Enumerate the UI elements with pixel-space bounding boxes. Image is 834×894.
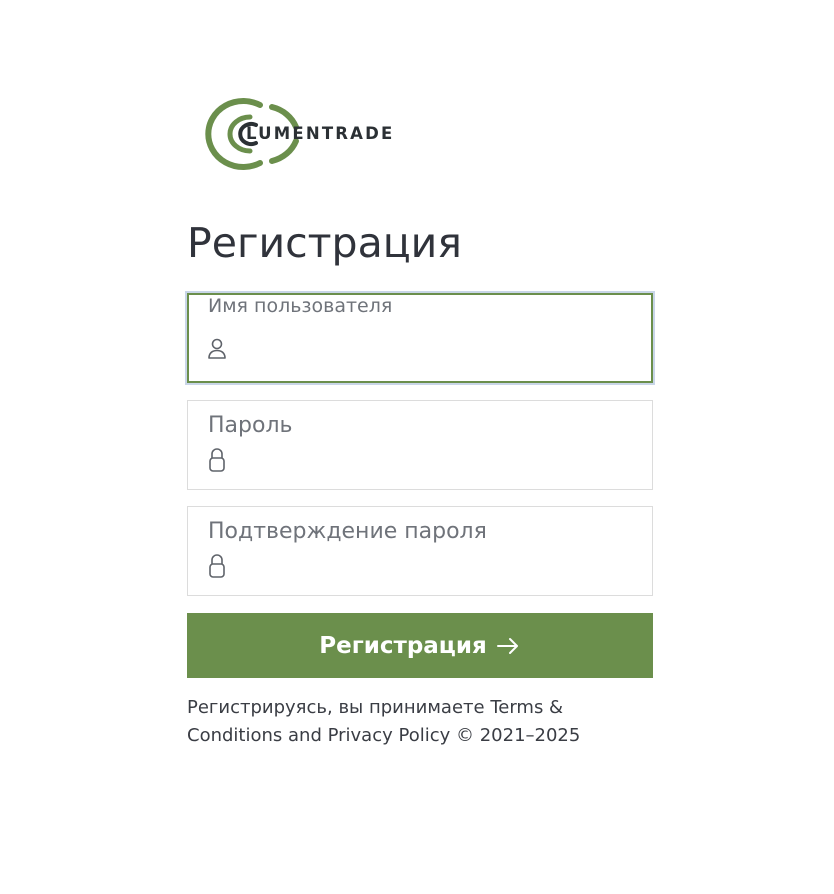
user-icon <box>206 337 228 363</box>
register-button-label: Регистрация <box>319 632 487 659</box>
password-input[interactable] <box>238 443 640 473</box>
confirm-password-label: Подтверждение пароля <box>208 519 487 544</box>
page-title: Регистрация <box>187 219 462 267</box>
brand-logo: LUMENTRADE <box>198 97 468 171</box>
username-field[interactable]: Имя пользователя <box>187 293 653 383</box>
lock-icon <box>206 447 228 473</box>
legal-prefix: Регистрируясь, вы принимаете <box>187 697 491 718</box>
lock-icon <box>206 553 228 579</box>
copyright: © 2021–2025 <box>450 725 581 746</box>
username-label: Имя пользователя <box>208 295 393 317</box>
confirm-password-field[interactable]: Подтверждение пароля <box>187 506 653 596</box>
username-input[interactable] <box>239 337 639 367</box>
password-field[interactable]: Пароль <box>187 400 653 490</box>
password-label: Пароль <box>208 413 293 438</box>
privacy-link[interactable]: Privacy Policy <box>328 725 451 746</box>
register-button[interactable]: Регистрация <box>187 613 653 678</box>
legal-notice: Регистрируясь, вы принимаете Terms & Con… <box>187 694 627 750</box>
arrow-right-icon <box>495 636 521 656</box>
brand-name: LUMENTRADE <box>246 124 395 143</box>
confirm-password-input[interactable] <box>238 549 640 579</box>
legal-and: and <box>282 725 328 746</box>
